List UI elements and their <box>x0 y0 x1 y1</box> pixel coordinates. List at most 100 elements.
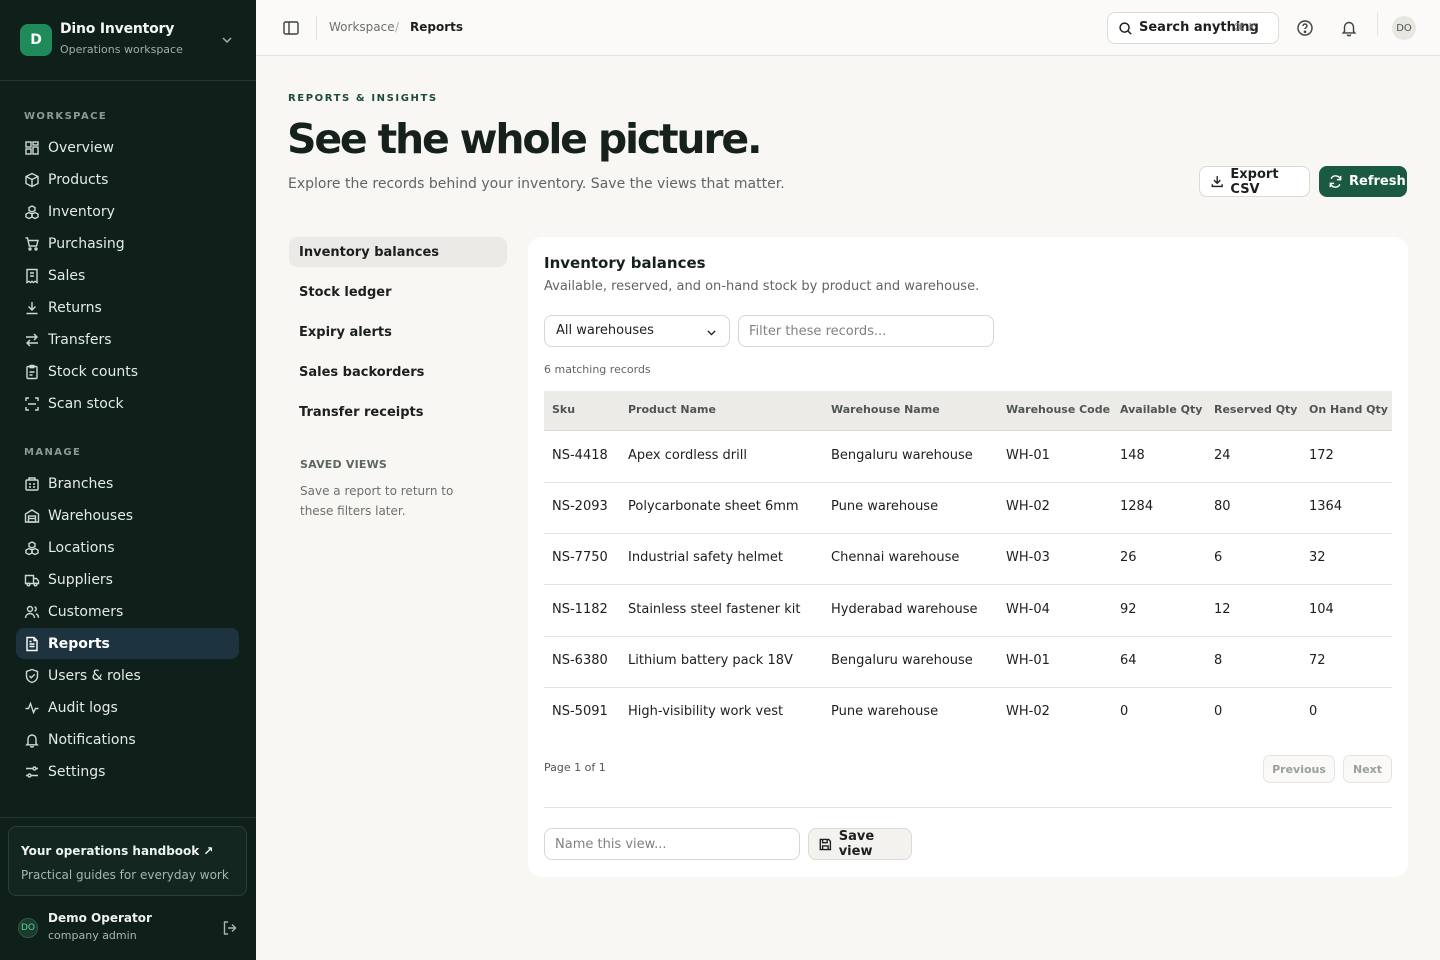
sidebar-item-branches[interactable]: Branches <box>16 468 239 499</box>
report-nav-stock-ledger[interactable]: Stock ledger <box>289 277 507 307</box>
avatar[interactable]: DO <box>1392 16 1416 40</box>
sidebar-item-label: Overview <box>48 139 114 156</box>
user-name: Demo Operator <box>48 911 152 925</box>
previous-page-button[interactable]: Previous <box>1263 755 1335 783</box>
cell-available-qty: 92 <box>1120 602 1137 617</box>
building-icon <box>25 476 39 491</box>
sliders-icon <box>26 765 38 778</box>
cell-product-name: Apex cordless drill <box>628 448 747 463</box>
sidebar-item-transfers[interactable]: Transfers <box>16 324 239 355</box>
cell-available-qty: 148 <box>1120 448 1145 463</box>
cell-sku: NS-7750 <box>552 550 608 565</box>
sidebar-item-customers[interactable]: Customers <box>16 596 239 627</box>
table-row[interactable]: NS-5091 High-visibility work vest Pune w… <box>544 687 1392 739</box>
help-icon[interactable] <box>1296 19 1314 37</box>
arrows-icon <box>26 333 38 346</box>
logout-icon[interactable] <box>222 920 238 936</box>
scan-icon <box>25 396 39 411</box>
sidebar-item-reports[interactable]: Reports <box>16 628 239 659</box>
cell-available-qty: 0 <box>1120 704 1129 719</box>
report-nav-transfer-receipts[interactable]: Transfer receipts <box>289 397 507 427</box>
sidebar-item-sales[interactable]: Sales <box>16 260 239 291</box>
sidebar-item-label: Warehouses <box>48 507 134 524</box>
sidebar-item-overview[interactable]: Overview <box>16 132 239 163</box>
sidebar-item-label: Users & roles <box>48 667 141 684</box>
sidebar-item-products[interactable]: Products <box>16 164 239 195</box>
workspace-switcher[interactable]: D Dino Inventory Operations workspace <box>0 0 256 81</box>
handbook-link[interactable]: Your operations handbook ↗ Practical gui… <box>8 826 247 896</box>
clipboard-icon <box>26 364 38 379</box>
report-nav-expiry-alerts[interactable]: Expiry alerts <box>289 317 507 347</box>
save-view-button[interactable]: Save view <box>808 828 912 860</box>
table-row[interactable]: NS-6380 Lithium battery pack 18V Bengalu… <box>544 636 1392 688</box>
cell-warehouse-name: Pune warehouse <box>831 704 939 719</box>
cell-on-hand-qty: 172 <box>1309 448 1334 463</box>
save-view-label: Save view <box>838 829 875 859</box>
cell-warehouse-name: Chennai warehouse <box>831 550 960 565</box>
sidebar-item-locations[interactable]: Locations <box>16 532 239 563</box>
nav-section-manage: MANAGE <box>24 447 82 458</box>
sidebar-item-label: Settings <box>48 763 106 780</box>
sidebar-item-notifications[interactable]: Notifications <box>16 724 239 755</box>
download-icon <box>1211 176 1223 188</box>
column-header-reserved-qty[interactable]: Reserved Qty <box>1214 403 1297 416</box>
sidebar-item-label: Locations <box>48 539 115 556</box>
column-header-product-name[interactable]: Product Name <box>628 403 716 416</box>
breadcrumb-workspace[interactable]: Workspace <box>329 20 395 34</box>
warehouse-select[interactable]: All warehouses <box>544 315 730 347</box>
table-header: Sku Product Name Warehouse Name Warehous… <box>544 391 1392 431</box>
cell-sku: NS-4418 <box>552 448 608 463</box>
breadcrumb-current: Reports <box>410 20 464 34</box>
sidebar-item-label: Reports <box>48 635 110 652</box>
column-header-sku[interactable]: Sku <box>552 403 575 416</box>
sidebar-item-scan-stock[interactable]: Scan stock <box>16 388 239 419</box>
truck-icon <box>24 574 40 586</box>
sidebar-toggle-icon[interactable] <box>282 19 300 37</box>
sidebar-item-users-roles[interactable]: Users & roles <box>16 660 239 691</box>
saved-views-text: Save a report to return to these filters… <box>300 484 454 518</box>
table-row[interactable]: NS-4418 Apex cordless drill Bengaluru wa… <box>544 431 1392 483</box>
column-header-available-qty[interactable]: Available Qty <box>1120 403 1202 416</box>
column-header-warehouse-name[interactable]: Warehouse Name <box>831 403 940 416</box>
sidebar-item-label: Purchasing <box>48 235 125 252</box>
sidebar-item-inventory[interactable]: Inventory <box>16 196 239 227</box>
next-page-button[interactable]: Next <box>1343 755 1392 783</box>
export-csv-button[interactable]: Export CSV <box>1199 166 1310 197</box>
sidebar-item-suppliers[interactable]: Suppliers <box>16 564 239 595</box>
sidebar: D Dino Inventory Operations workspace WO… <box>0 0 256 960</box>
table-row[interactable]: NS-7750 Industrial safety helmet Chennai… <box>544 533 1392 585</box>
sidebar-item-label: Suppliers <box>48 571 113 588</box>
column-header-on-hand-qty[interactable]: On Hand Qty <box>1309 403 1388 416</box>
sidebar-item-stock-counts[interactable]: Stock counts <box>16 356 239 387</box>
sidebar-item-purchasing[interactable]: Purchasing <box>16 228 239 259</box>
refresh-button[interactable]: Refresh <box>1319 166 1407 197</box>
grid-icon <box>25 140 39 155</box>
bell-icon[interactable] <box>1340 19 1358 37</box>
report-nav-sales-backorders[interactable]: Sales backorders <box>289 357 507 387</box>
receipt-icon <box>26 268 38 284</box>
sidebar-item-label: Stock counts <box>48 363 138 380</box>
page-eyebrow: REPORTS & INSIGHTS <box>288 93 438 104</box>
shield-icon <box>25 668 39 683</box>
cell-on-hand-qty: 72 <box>1309 653 1326 668</box>
chevron-down-icon <box>707 330 716 336</box>
report-title: Inventory balances <box>544 254 706 272</box>
view-name-input[interactable] <box>544 828 800 860</box>
sidebar-item-settings[interactable]: Settings <box>16 756 239 787</box>
column-header-warehouse-code[interactable]: Warehouse Code <box>1006 403 1110 416</box>
sidebar-item-audit-logs[interactable]: Audit logs <box>16 692 239 723</box>
report-nav-inventory-balances[interactable]: Inventory balances <box>289 237 507 267</box>
refresh-label: Refresh <box>1349 174 1406 189</box>
saved-views-heading: SAVED VIEWS <box>300 458 388 471</box>
table-row[interactable]: NS-2093 Polycarbonate sheet 6mm Pune war… <box>544 482 1392 534</box>
filter-records-input[interactable] <box>738 315 994 347</box>
cell-sku: NS-5091 <box>552 704 608 719</box>
sidebar-item-warehouses[interactable]: Warehouses <box>16 500 239 531</box>
workspace-subtitle: Operations workspace <box>60 43 183 56</box>
table-row[interactable]: NS-1182 Stainless steel fastener kit Hyd… <box>544 585 1392 637</box>
cell-reserved-qty: 0 <box>1214 704 1223 719</box>
cell-reserved-qty: 12 <box>1214 602 1231 617</box>
sidebar-item-returns[interactable]: Returns <box>16 292 239 323</box>
search-button[interactable]: Search anything ⌘ K <box>1107 12 1279 44</box>
match-count: 6 matching records <box>544 363 651 376</box>
